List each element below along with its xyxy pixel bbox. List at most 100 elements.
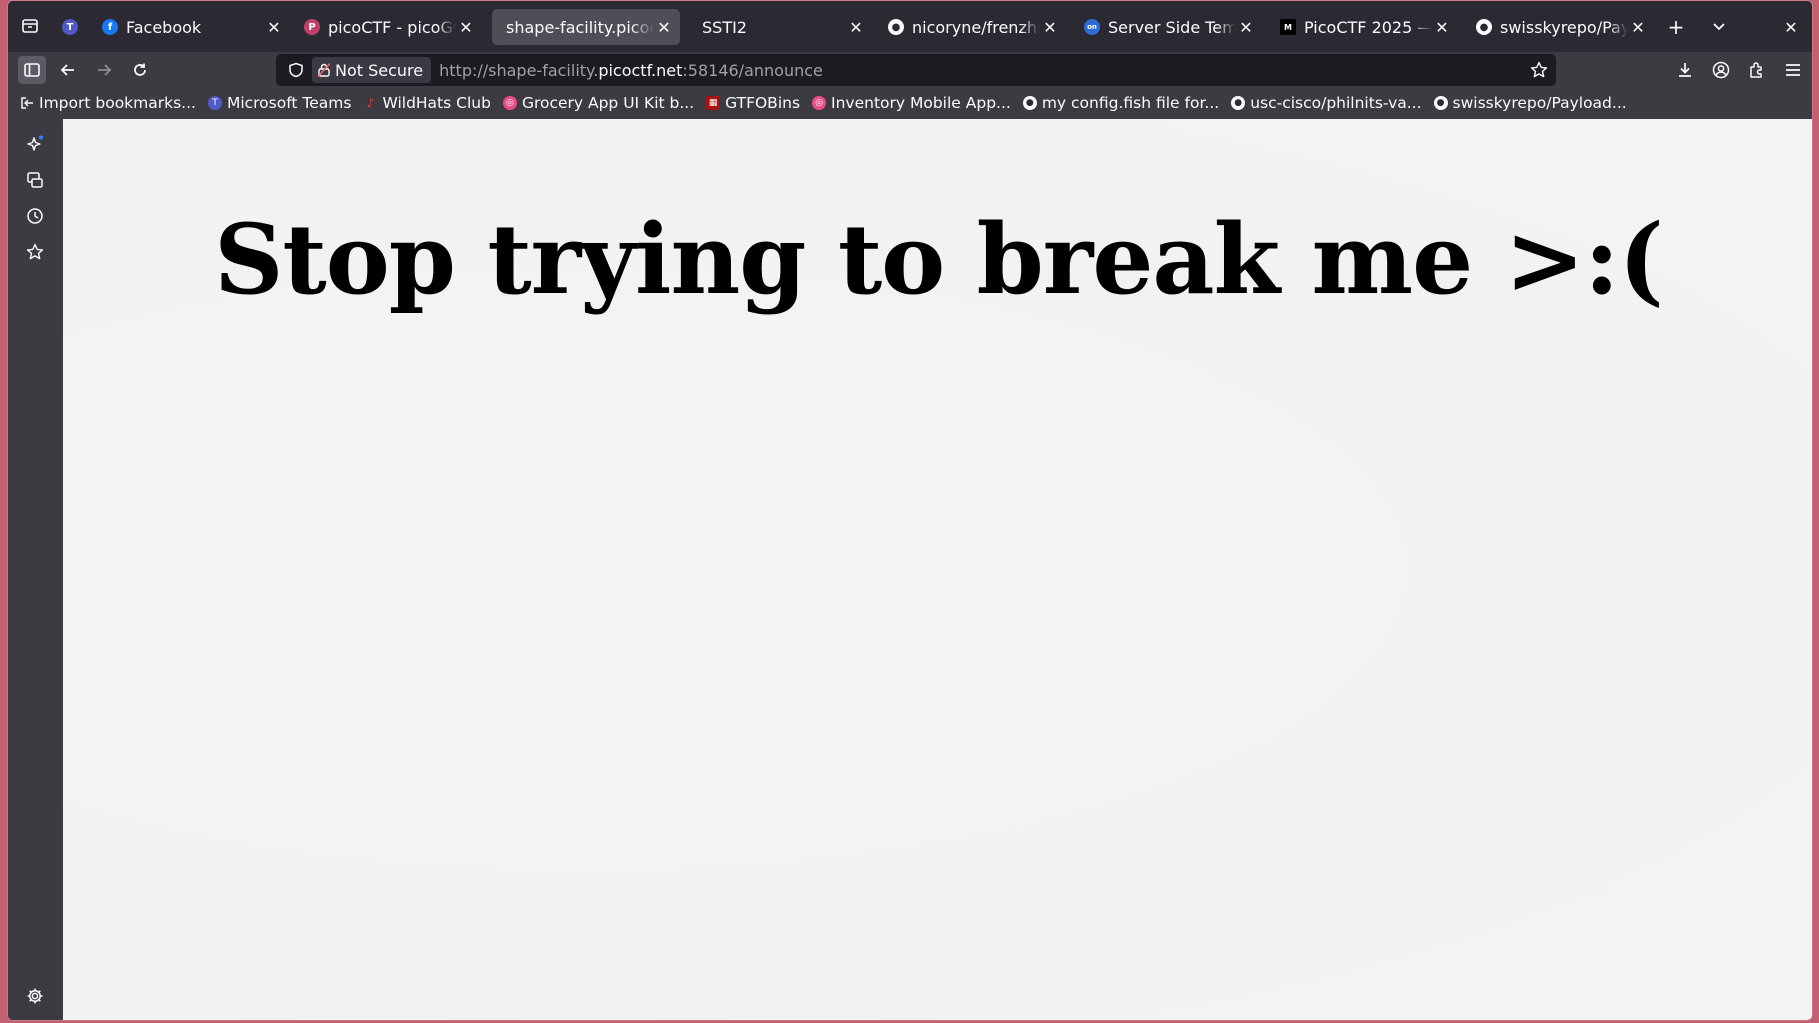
account-button[interactable] (1707, 56, 1735, 84)
gear-icon (27, 988, 43, 1004)
close-icon: ✕ (1784, 17, 1798, 37)
sidebar (8, 119, 63, 1020)
shield-icon[interactable] (288, 62, 304, 78)
bookmark-grocery-app[interactable]: ◎ Grocery App UI Kit b... (502, 94, 695, 112)
dribbble-icon: ◎ (502, 96, 517, 110)
downloads-button[interactable] (1671, 56, 1699, 84)
tab-title: Server Side Templa (1108, 17, 1236, 37)
close-icon[interactable]: ✕ (654, 17, 674, 37)
bookmark-wildhats[interactable]: ♪ WildHats Club (363, 94, 491, 112)
page-headline: Stop trying to break me >:( (214, 203, 1664, 316)
github-icon: ● (1022, 96, 1037, 110)
bookmarks-sidebar-button[interactable] (24, 241, 46, 263)
site-security-indicator[interactable]: Not Secure (312, 57, 432, 83)
close-icon[interactable]: ✕ (1432, 17, 1452, 37)
tab-shape-facility[interactable]: shape-facility.picoctf.n ✕ (492, 9, 680, 45)
forward-button[interactable] (90, 56, 118, 84)
tab-payloads[interactable]: ● swisskyrepo/Payloa ✕ (1468, 9, 1654, 45)
wildhats-icon: ♪ (363, 96, 378, 110)
reload-icon (134, 63, 146, 76)
reload-button[interactable] (126, 56, 154, 84)
bookmark-label: WildHats Club (382, 94, 491, 112)
onsecurity-icon: on (1084, 19, 1100, 35)
tab-picoctf-medium[interactable]: M PicoCTF 2025 — SS ✕ (1272, 9, 1458, 45)
synced-tabs-button[interactable] (24, 169, 46, 191)
tab-ssti-article[interactable]: on Server Side Templa ✕ (1076, 9, 1262, 45)
sidebar-icon (24, 63, 40, 77)
menu-button[interactable] (1779, 56, 1807, 84)
sidebar-toggle-button[interactable] (18, 56, 46, 84)
bookmark-label: Microsoft Teams (226, 94, 352, 112)
github-icon: ● (1476, 19, 1492, 35)
dribbble-icon: ◎ (812, 96, 827, 110)
history-button[interactable] (24, 205, 46, 227)
extensions-button[interactable] (1743, 56, 1771, 84)
tab-title: swisskyrepo/Payloa (1500, 17, 1628, 37)
url-text[interactable]: http://shape-facility.picoctf.net:58146/… (439, 61, 823, 80)
clock-icon (27, 208, 43, 224)
synced-tabs-icon (27, 172, 43, 188)
sparkle-icon (27, 135, 43, 151)
bookmark-label: GTFOBins (725, 94, 801, 112)
gtfobins-icon: ▦ (706, 96, 721, 110)
plus-icon: + (1667, 15, 1685, 39)
bookmark-import[interactable]: Import bookmarks... (20, 94, 196, 112)
bookmark-gtfobins[interactable]: ▦ GTFOBins (706, 94, 800, 112)
ai-chatbot-button[interactable] (24, 133, 46, 155)
bookmark-label: usc-cisco/philnits-va... (1250, 94, 1422, 112)
url-prefix: http://shape-facility. (439, 60, 599, 80)
star-icon[interactable] (1530, 61, 1548, 79)
tab-title: PicoCTF 2025 — SS (1304, 17, 1432, 37)
url-suffix: :58146/announce (682, 60, 823, 80)
url-bar[interactable]: Not Secure http://shape-facility.picoctf… (276, 54, 1556, 86)
bookmark-microsoft-teams[interactable]: T Microsoft Teams (207, 94, 352, 112)
bookmark-label: Grocery App UI Kit b... (521, 94, 695, 112)
close-icon[interactable]: ✕ (456, 17, 476, 37)
bookmark-label: my config.fish file for... (1041, 94, 1220, 112)
page-content: Stop trying to break me >:( (63, 119, 1812, 1020)
tab-frenzhip[interactable]: ● nicoryne/frenzhip-n ✕ (880, 9, 1066, 45)
tab-strip: T f Facebook ✕ P picoCTF - picoGym ✕ sha… (8, 1, 1812, 52)
github-icon: ● (1433, 96, 1448, 110)
bookmarks-toolbar: Import bookmarks... T Microsoft Teams ♪ … (8, 89, 1812, 117)
bookmark-payloads[interactable]: ● swisskyrepo/Payload... (1433, 94, 1627, 112)
close-icon[interactable]: ✕ (264, 17, 284, 37)
bookmark-philnits[interactable]: ● usc-cisco/philnits-va... (1231, 94, 1422, 112)
arrow-right-icon (98, 64, 112, 76)
teams-icon: T (62, 19, 78, 35)
tab-title: picoCTF - picoGym (328, 17, 456, 37)
list-all-tabs-button[interactable] (1706, 14, 1732, 40)
tab-facebook[interactable]: f Facebook ✕ (94, 9, 290, 45)
medium-icon: M (1280, 19, 1296, 35)
bookmark-label: swisskyrepo/Payload... (1452, 94, 1627, 112)
customize-sidebar-button[interactable] (24, 985, 46, 1007)
chevron-down-icon (1713, 23, 1725, 31)
browser-window: T f Facebook ✕ P picoCTF - picoGym ✕ sha… (7, 0, 1813, 1021)
navigation-toolbar: Not Secure http://shape-facility.picoctf… (8, 52, 1812, 88)
firefox-view-icon[interactable] (18, 14, 42, 38)
tab-title: nicoryne/frenzhip-n (912, 17, 1040, 37)
close-icon[interactable]: ✕ (1236, 17, 1256, 37)
tab-title: SSTI2 (702, 17, 747, 37)
arrow-left-icon (60, 64, 74, 76)
star-icon (26, 243, 44, 260)
facebook-icon: f (102, 19, 118, 35)
close-window-button[interactable]: ✕ (1778, 14, 1804, 40)
bookmark-config-fish[interactable]: ● my config.fish file for... (1022, 94, 1220, 112)
account-icon (1712, 61, 1730, 79)
tab-teams[interactable]: T (54, 9, 86, 45)
import-icon (20, 96, 34, 110)
close-icon[interactable]: ✕ (1628, 17, 1648, 37)
url-host: picoctf.net (598, 60, 683, 80)
github-icon: ● (888, 19, 904, 35)
tab-picoctf[interactable]: P picoCTF - picoGym ✕ (296, 9, 482, 45)
close-icon[interactable]: ✕ (1040, 17, 1060, 37)
back-button[interactable] (54, 56, 82, 84)
new-tab-button[interactable]: + (1663, 14, 1689, 40)
bookmark-label: Inventory Mobile App... (831, 94, 1011, 112)
teams-icon: T (207, 96, 222, 110)
tab-ssti2[interactable]: SSTI2 ✕ (688, 9, 872, 45)
bookmark-inventory-app[interactable]: ◎ Inventory Mobile App... (812, 94, 1011, 112)
close-icon[interactable]: ✕ (846, 17, 866, 37)
puzzle-icon (1750, 62, 1762, 78)
